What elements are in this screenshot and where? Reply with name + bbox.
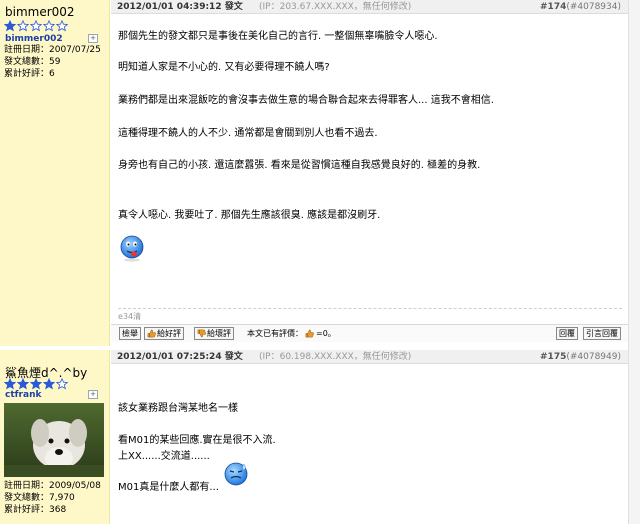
signature-divider [118,308,622,309]
user-id-link[interactable]: bimmer002 [5,34,63,44]
expand-icon[interactable]: + [88,34,98,43]
report-button[interactable]: 檢舉 [119,327,141,340]
post-id[interactable]: (#4078949) [566,352,621,362]
star-filled-icon [17,378,29,390]
post-ip: (IP：60.198.XXX.XXX，無任何修改) [259,352,412,362]
post-line: 該女業務跟台灣某地名一樣 [118,403,238,414]
post-header: 2012/01/01 04:39:12 發文 (IP：203.67.XXX.XX… [111,0,640,14]
post-line: 明知道人家是不小心的. 又有必要得理不饒人嗎? [118,62,330,73]
like-label: 給好評 [157,329,181,338]
reg-date: 註冊日期：2007/07/25 [4,45,101,55]
user-id-link[interactable]: ctfrank [5,390,41,400]
post-date: 2012/01/01 07:25:24 發文 [117,352,243,362]
smiley-tongue-icon [120,235,144,262]
user-score: 累計好評：368 [4,505,67,515]
dislike-label: 給壞評 [207,329,231,338]
post-number[interactable]: #175(#4078949) [540,350,621,364]
post-line: 真令人噁心. 我要吐了. 那個先生應該很臭. 應該是都沒刷牙. [118,210,381,221]
post-toolbar: 檢舉 給好評 給壞評 本文已有評價： =0。 回覆 引言回覆 [111,324,628,342]
post-line: 那個先生的發文都只是事後在美化自己的言行. 一整個無辜嘴臉令人噁心. [118,31,438,42]
post-count: 發文總數：7,970 [4,493,75,503]
rating-label: 本文已有評價： [247,329,303,338]
post-line: 身旁也有自己的小孩. 還這麼囂張. 看來是從習慣這種自我感覺良好的. 極差的身教… [118,160,481,171]
user-stats: 註冊日期：2009/05/08 發文總數：7,970 累計好評：368 [4,480,101,516]
post-date: 2012/01/01 04:39:12 發文 [117,2,243,12]
rating-summary: 本文已有評價： =0。 [247,328,336,339]
post-count: 發文總數：59 [4,57,61,67]
post-floor[interactable]: #174 [540,2,566,12]
post-174: bimmer002 bimmer002 + 註冊日期：2007/07/25 發文… [0,0,640,346]
star-filled-icon [4,20,16,32]
reg-date: 註冊日期：2009/05/08 [4,481,101,491]
post-line: 這種得理不饒人的人不少. 通常都是會關到別人也看不過去. [118,128,378,139]
like-button[interactable]: 給好評 [144,327,184,340]
star-empty-icon [17,20,29,32]
post-ip: (IP：203.67.XXX.XXX，無任何修改) [259,2,412,12]
post-line: 業務們都是出來混飯吃的會沒事去做生意的場合聯合起來去得罪客人... 這我不會相信… [118,95,494,106]
star-empty-icon [56,20,68,32]
star-empty-icon [30,20,42,32]
post-header: 2012/01/01 07:25:24 發文 (IP：60.198.XXX.XX… [111,350,640,364]
dislike-button[interactable]: 給壞評 [194,327,234,340]
user-rank-stars [4,20,68,32]
reply-button[interactable]: 回覆 [556,327,578,340]
star-filled-icon [30,378,42,390]
thumbs-down-icon [197,329,206,338]
star-filled-icon [43,378,55,390]
post-line: M01真是什麼人都有... [118,482,219,493]
user-score: 累計好評：6 [4,69,55,79]
vertical-scrollbar[interactable] [628,0,640,524]
thumbs-up-icon [147,329,156,338]
post-id[interactable]: (#4078934) [566,2,621,12]
post-number[interactable]: #174(#4078934) [540,0,621,14]
star-empty-icon [56,378,68,390]
post-line: 看M01的某些回應.實在是很不入流. [118,435,276,446]
post-line: 上XX......交流道...... [118,451,210,462]
user-info-panel: bimmer002 bimmer002 + 註冊日期：2007/07/25 發文… [0,0,110,346]
post-floor[interactable]: #175 [540,352,566,362]
star-filled-icon [4,378,16,390]
expand-icon[interactable]: + [88,390,98,399]
signature: e34清 [118,312,142,321]
thumbs-up-icon [305,329,314,338]
quote-reply-button[interactable]: 引言回覆 [583,327,621,340]
star-empty-icon [43,20,55,32]
user-rank-stars [4,378,68,390]
smiley-sweat-icon [224,462,248,486]
user-avatar[interactable] [4,403,104,477]
user-display-name[interactable]: bimmer002 [5,5,75,19]
rating-value: =0。 [316,329,336,338]
user-stats: 註冊日期：2007/07/25 發文總數：59 累計好評：6 [4,44,101,80]
